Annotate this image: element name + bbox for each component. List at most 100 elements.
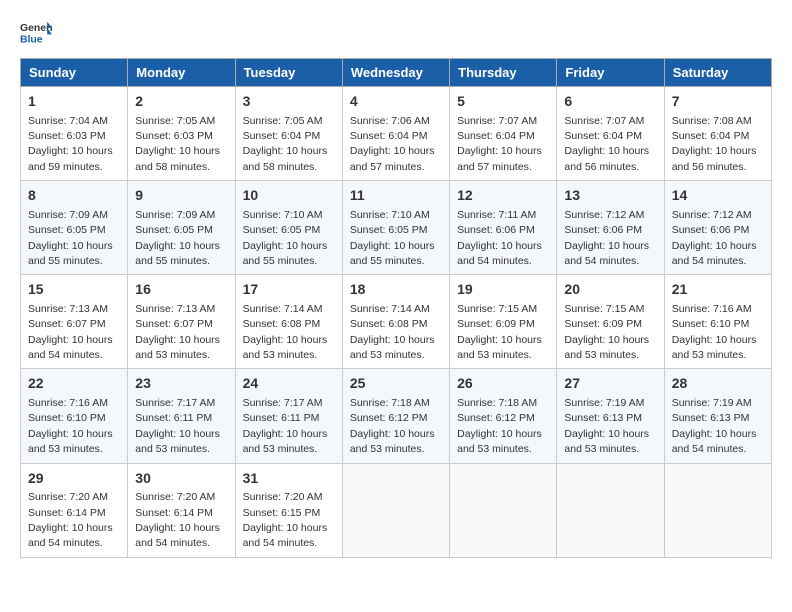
calendar-cell: 12 Sunrise: 7:11 AMSunset: 6:06 PMDaylig… bbox=[450, 181, 557, 275]
day-info: Sunrise: 7:08 AMSunset: 6:04 PMDaylight:… bbox=[672, 115, 757, 173]
day-number: 3 bbox=[243, 92, 335, 112]
calendar-week-row: 8 Sunrise: 7:09 AMSunset: 6:05 PMDayligh… bbox=[21, 181, 772, 275]
day-info: Sunrise: 7:16 AMSunset: 6:10 PMDaylight:… bbox=[672, 303, 757, 361]
day-info: Sunrise: 7:20 AMSunset: 6:14 PMDaylight:… bbox=[135, 491, 220, 549]
day-number: 6 bbox=[564, 92, 656, 112]
day-info: Sunrise: 7:17 AMSunset: 6:11 PMDaylight:… bbox=[243, 397, 328, 455]
calendar-cell: 27 Sunrise: 7:19 AMSunset: 6:13 PMDaylig… bbox=[557, 369, 664, 463]
day-number: 17 bbox=[243, 280, 335, 300]
day-number: 9 bbox=[135, 186, 227, 206]
day-info: Sunrise: 7:07 AMSunset: 6:04 PMDaylight:… bbox=[564, 115, 649, 173]
calendar-cell: 13 Sunrise: 7:12 AMSunset: 6:06 PMDaylig… bbox=[557, 181, 664, 275]
day-info: Sunrise: 7:06 AMSunset: 6:04 PMDaylight:… bbox=[350, 115, 435, 173]
day-number: 26 bbox=[457, 374, 549, 394]
calendar-cell: 11 Sunrise: 7:10 AMSunset: 6:05 PMDaylig… bbox=[342, 181, 449, 275]
day-info: Sunrise: 7:15 AMSunset: 6:09 PMDaylight:… bbox=[564, 303, 649, 361]
day-info: Sunrise: 7:09 AMSunset: 6:05 PMDaylight:… bbox=[135, 209, 220, 267]
calendar-cell: 4 Sunrise: 7:06 AMSunset: 6:04 PMDayligh… bbox=[342, 87, 449, 181]
day-number: 5 bbox=[457, 92, 549, 112]
day-info: Sunrise: 7:12 AMSunset: 6:06 PMDaylight:… bbox=[672, 209, 757, 267]
day-number: 19 bbox=[457, 280, 549, 300]
day-info: Sunrise: 7:18 AMSunset: 6:12 PMDaylight:… bbox=[350, 397, 435, 455]
calendar-cell: 16 Sunrise: 7:13 AMSunset: 6:07 PMDaylig… bbox=[128, 275, 235, 369]
calendar-cell: 17 Sunrise: 7:14 AMSunset: 6:08 PMDaylig… bbox=[235, 275, 342, 369]
day-number: 4 bbox=[350, 92, 442, 112]
calendar-cell: 30 Sunrise: 7:20 AMSunset: 6:14 PMDaylig… bbox=[128, 463, 235, 557]
calendar-cell: 7 Sunrise: 7:08 AMSunset: 6:04 PMDayligh… bbox=[664, 87, 771, 181]
weekday-header-wednesday: Wednesday bbox=[342, 59, 449, 87]
day-info: Sunrise: 7:04 AMSunset: 6:03 PMDaylight:… bbox=[28, 115, 113, 173]
day-number: 25 bbox=[350, 374, 442, 394]
day-number: 1 bbox=[28, 92, 120, 112]
calendar-cell: 23 Sunrise: 7:17 AMSunset: 6:11 PMDaylig… bbox=[128, 369, 235, 463]
calendar-cell bbox=[342, 463, 449, 557]
day-number: 12 bbox=[457, 186, 549, 206]
day-number: 7 bbox=[672, 92, 764, 112]
day-number: 14 bbox=[672, 186, 764, 206]
day-info: Sunrise: 7:14 AMSunset: 6:08 PMDaylight:… bbox=[350, 303, 435, 361]
day-info: Sunrise: 7:10 AMSunset: 6:05 PMDaylight:… bbox=[243, 209, 328, 267]
calendar-cell: 10 Sunrise: 7:10 AMSunset: 6:05 PMDaylig… bbox=[235, 181, 342, 275]
logo-icon: General Blue bbox=[20, 20, 52, 48]
day-info: Sunrise: 7:11 AMSunset: 6:06 PMDaylight:… bbox=[457, 209, 542, 267]
day-info: Sunrise: 7:13 AMSunset: 6:07 PMDaylight:… bbox=[135, 303, 220, 361]
day-info: Sunrise: 7:05 AMSunset: 6:04 PMDaylight:… bbox=[243, 115, 328, 173]
day-number: 15 bbox=[28, 280, 120, 300]
day-info: Sunrise: 7:12 AMSunset: 6:06 PMDaylight:… bbox=[564, 209, 649, 267]
day-info: Sunrise: 7:10 AMSunset: 6:05 PMDaylight:… bbox=[350, 209, 435, 267]
weekday-header-sunday: Sunday bbox=[21, 59, 128, 87]
calendar-cell: 3 Sunrise: 7:05 AMSunset: 6:04 PMDayligh… bbox=[235, 87, 342, 181]
calendar-cell: 9 Sunrise: 7:09 AMSunset: 6:05 PMDayligh… bbox=[128, 181, 235, 275]
day-info: Sunrise: 7:17 AMSunset: 6:11 PMDaylight:… bbox=[135, 397, 220, 455]
day-number: 31 bbox=[243, 469, 335, 489]
day-number: 18 bbox=[350, 280, 442, 300]
calendar-cell: 8 Sunrise: 7:09 AMSunset: 6:05 PMDayligh… bbox=[21, 181, 128, 275]
day-info: Sunrise: 7:19 AMSunset: 6:13 PMDaylight:… bbox=[672, 397, 757, 455]
day-info: Sunrise: 7:16 AMSunset: 6:10 PMDaylight:… bbox=[28, 397, 113, 455]
calendar-cell: 25 Sunrise: 7:18 AMSunset: 6:12 PMDaylig… bbox=[342, 369, 449, 463]
day-info: Sunrise: 7:13 AMSunset: 6:07 PMDaylight:… bbox=[28, 303, 113, 361]
calendar-header-row: SundayMondayTuesdayWednesdayThursdayFrid… bbox=[21, 59, 772, 87]
day-number: 16 bbox=[135, 280, 227, 300]
day-info: Sunrise: 7:20 AMSunset: 6:15 PMDaylight:… bbox=[243, 491, 328, 549]
calendar-cell: 20 Sunrise: 7:15 AMSunset: 6:09 PMDaylig… bbox=[557, 275, 664, 369]
svg-text:Blue: Blue bbox=[20, 34, 43, 45]
page-header: General Blue bbox=[20, 20, 772, 48]
day-number: 28 bbox=[672, 374, 764, 394]
calendar-cell: 18 Sunrise: 7:14 AMSunset: 6:08 PMDaylig… bbox=[342, 275, 449, 369]
weekday-header-thursday: Thursday bbox=[450, 59, 557, 87]
calendar-cell: 22 Sunrise: 7:16 AMSunset: 6:10 PMDaylig… bbox=[21, 369, 128, 463]
calendar-cell: 19 Sunrise: 7:15 AMSunset: 6:09 PMDaylig… bbox=[450, 275, 557, 369]
day-number: 2 bbox=[135, 92, 227, 112]
day-info: Sunrise: 7:14 AMSunset: 6:08 PMDaylight:… bbox=[243, 303, 328, 361]
day-info: Sunrise: 7:05 AMSunset: 6:03 PMDaylight:… bbox=[135, 115, 220, 173]
calendar-cell: 28 Sunrise: 7:19 AMSunset: 6:13 PMDaylig… bbox=[664, 369, 771, 463]
day-info: Sunrise: 7:20 AMSunset: 6:14 PMDaylight:… bbox=[28, 491, 113, 549]
day-info: Sunrise: 7:07 AMSunset: 6:04 PMDaylight:… bbox=[457, 115, 542, 173]
calendar-cell: 2 Sunrise: 7:05 AMSunset: 6:03 PMDayligh… bbox=[128, 87, 235, 181]
calendar-cell: 31 Sunrise: 7:20 AMSunset: 6:15 PMDaylig… bbox=[235, 463, 342, 557]
calendar-cell: 29 Sunrise: 7:20 AMSunset: 6:14 PMDaylig… bbox=[21, 463, 128, 557]
day-info: Sunrise: 7:18 AMSunset: 6:12 PMDaylight:… bbox=[457, 397, 542, 455]
calendar-cell: 15 Sunrise: 7:13 AMSunset: 6:07 PMDaylig… bbox=[21, 275, 128, 369]
weekday-header-monday: Monday bbox=[128, 59, 235, 87]
weekday-header-saturday: Saturday bbox=[664, 59, 771, 87]
calendar-week-row: 29 Sunrise: 7:20 AMSunset: 6:14 PMDaylig… bbox=[21, 463, 772, 557]
day-number: 10 bbox=[243, 186, 335, 206]
calendar-cell: 1 Sunrise: 7:04 AMSunset: 6:03 PMDayligh… bbox=[21, 87, 128, 181]
calendar-table: SundayMondayTuesdayWednesdayThursdayFrid… bbox=[20, 58, 772, 558]
calendar-week-row: 15 Sunrise: 7:13 AMSunset: 6:07 PMDaylig… bbox=[21, 275, 772, 369]
calendar-cell: 6 Sunrise: 7:07 AMSunset: 6:04 PMDayligh… bbox=[557, 87, 664, 181]
day-number: 30 bbox=[135, 469, 227, 489]
day-info: Sunrise: 7:09 AMSunset: 6:05 PMDaylight:… bbox=[28, 209, 113, 267]
day-number: 13 bbox=[564, 186, 656, 206]
day-number: 23 bbox=[135, 374, 227, 394]
day-number: 27 bbox=[564, 374, 656, 394]
calendar-week-row: 22 Sunrise: 7:16 AMSunset: 6:10 PMDaylig… bbox=[21, 369, 772, 463]
calendar-cell bbox=[664, 463, 771, 557]
calendar-cell: 5 Sunrise: 7:07 AMSunset: 6:04 PMDayligh… bbox=[450, 87, 557, 181]
logo: General Blue bbox=[20, 20, 54, 48]
day-info: Sunrise: 7:19 AMSunset: 6:13 PMDaylight:… bbox=[564, 397, 649, 455]
calendar-week-row: 1 Sunrise: 7:04 AMSunset: 6:03 PMDayligh… bbox=[21, 87, 772, 181]
day-number: 11 bbox=[350, 186, 442, 206]
